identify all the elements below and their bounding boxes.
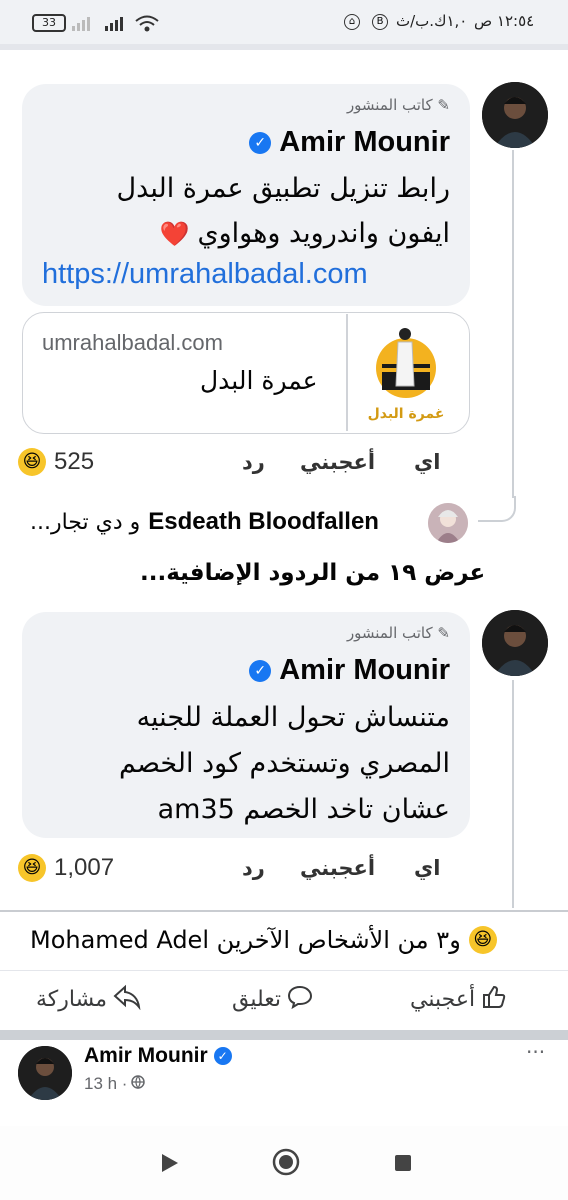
share-label: مشاركة [36,986,108,1012]
reactions-text: Mohamed Adel و٣ من الأشخاص الآخرين [30,926,461,954]
back-icon[interactable] [160,1152,180,1178]
thread-connector [478,496,516,522]
divider [0,44,568,50]
reply-preview[interactable]: و دي تجار... Esdeath Bloodfallen [30,508,379,536]
pencil-icon: ✎ [437,96,450,114]
avatar[interactable] [18,1046,72,1100]
post-separator [0,1030,568,1040]
comment-text: ايفون واندرويد وهواوي [197,218,450,249]
divider [0,910,568,912]
verified-icon: ✓ [249,131,272,154]
comment-text-line: ❤️ ايفون واندرويد وهواوي [160,212,450,256]
more-button[interactable]: اي [414,856,440,880]
post-share-button[interactable]: مشاركة [36,984,141,1014]
more-options-icon[interactable]: ··· [526,1040,545,1064]
post-comment-button[interactable]: تعليق [232,984,313,1014]
recents-icon[interactable] [394,1154,412,1176]
heart-emoji: ❤️ [159,220,190,248]
thread-line [512,680,514,908]
reaction-count[interactable]: 525 [54,448,94,476]
like-button[interactable]: أعجبني [300,450,375,474]
author-tag-label: كاتب المنشور [346,624,433,642]
battery-icon: 33 [32,14,66,32]
reply-button[interactable]: رد [242,450,265,474]
post-time[interactable]: 13 h · [84,1074,146,1094]
globe-icon [131,1074,146,1094]
comment-icon [287,984,313,1014]
post-reactions-summary[interactable]: Mohamed Adel و٣ من الأشخاص الآخرين 😆 [30,926,497,954]
avatar[interactable] [482,82,548,148]
reaction-count[interactable]: 1,007 [54,854,114,882]
reply-author-name[interactable]: Esdeath Bloodfallen [148,508,379,536]
clock: ١٢:٥٤ ص [474,12,535,30]
thread-line [512,150,514,498]
preview-title: عمرة البدل [200,366,318,395]
comment-text-line: متنساش تحول العملة للجنيه [136,702,450,733]
author-name[interactable]: Amir Mounir [279,126,450,159]
reply-button[interactable]: رد [242,856,265,880]
share-icon [113,984,141,1014]
wifi-icon [134,14,160,34]
avatar[interactable] [482,610,548,676]
view-more-replies[interactable]: عرض ١٩ من الردود الإضافية... [140,560,485,586]
like-button[interactable]: أعجبني [300,856,375,880]
status-bar: 33 ⌂ B ١,٠ك.ب/ث ١٢:٥٤ ص [0,0,568,44]
thumbs-up-icon [481,984,507,1014]
more-button[interactable]: اي [414,450,440,474]
like-label: أعجبني [410,986,476,1012]
haha-reaction-icon: 😆 [18,854,46,882]
comment-text-line: رابط تنزيل تطبيق عمرة البدل [116,173,450,204]
divider [346,314,348,431]
comment-author[interactable]: ✓ Amir Mounir [249,654,450,687]
author-tag: كاتب المنشور ✎ [347,624,450,642]
author-name[interactable]: Amir Mounir [84,1044,208,1068]
haha-reaction-icon: 😆 [18,448,46,476]
author-tag: كاتب المنشور ✎ [347,96,450,114]
home-icon[interactable] [272,1148,300,1180]
pencil-icon: ✎ [437,624,450,642]
comment-text-line: عشان تاخد الخصم am35 [157,794,450,825]
network-speed: ١,٠ك.ب/ث [396,12,468,30]
divider [0,970,568,971]
preview-domain: umrahalbadal.com [42,330,223,355]
signal-icon [70,16,98,32]
author-name[interactable]: Amir Mounir [279,654,450,687]
app-notification-icon: ⌂ [344,14,360,30]
haha-reaction-icon: 😆 [468,926,497,954]
reply-preview-text: و دي تجار... [30,510,141,535]
verified-icon: ✓ [249,659,272,682]
avatar[interactable] [428,503,468,543]
logo-text: غمرة البدل [367,406,445,422]
umrah-logo-icon: غمرة البدل [352,320,460,430]
comment-label: تعليق [232,986,282,1012]
post-time-label: 13 h · [84,1074,128,1093]
comment-text-line: المصري وتستخدم كود الخصم [118,748,450,779]
signal-icon-2 [104,16,128,32]
verified-icon: ✓ [213,1047,232,1065]
comment-author[interactable]: ✓ Amir Mounir [249,126,450,159]
comment-link[interactable]: https://umrahalbadal.com [42,258,368,291]
android-nav-bar [0,1126,568,1200]
author-tag-label: كاتب المنشور [346,96,433,114]
next-post-author[interactable]: Amir Mounir ✓ [84,1044,232,1068]
b-icon: B [372,14,388,30]
post-like-button[interactable]: أعجبني [410,984,507,1014]
